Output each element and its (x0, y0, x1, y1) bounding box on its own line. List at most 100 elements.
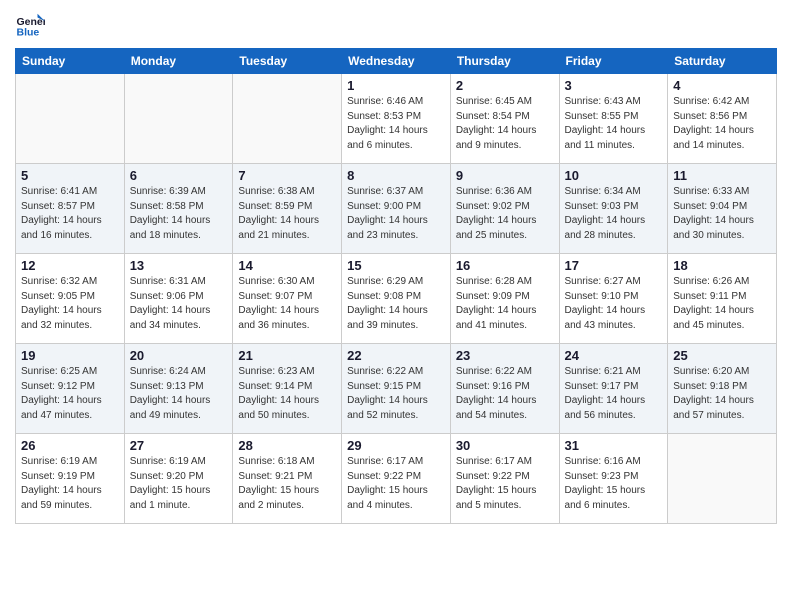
day-cell: 23 Sunrise: 6:22 AM Sunset: 9:16 PM Dayli… (450, 344, 559, 434)
day-info: Sunrise: 6:16 AM Sunset: 9:23 PM Dayligh… (565, 455, 663, 513)
day-info: Sunrise: 6:34 AM Sunset: 9:03 PM Dayligh… (565, 185, 663, 243)
day-info: Sunrise: 6:22 AM Sunset: 9:15 PM Dayligh… (347, 365, 445, 423)
weekday-header: Wednesday (342, 49, 451, 74)
day-info: Sunrise: 6:28 AM Sunset: 9:09 PM Dayligh… (456, 275, 554, 333)
day-info: Sunrise: 6:46 AM Sunset: 8:53 PM Dayligh… (347, 95, 445, 153)
day-cell: 26 Sunrise: 6:19 AM Sunset: 9:19 PM Dayli… (16, 434, 125, 524)
empty-cell (124, 74, 233, 164)
day-number: 16 (456, 258, 554, 273)
day-info: Sunrise: 6:17 AM Sunset: 9:22 PM Dayligh… (347, 455, 445, 513)
day-number: 5 (21, 168, 119, 183)
day-number: 9 (456, 168, 554, 183)
day-info: Sunrise: 6:38 AM Sunset: 8:59 PM Dayligh… (238, 185, 336, 243)
weekday-header: Saturday (668, 49, 777, 74)
day-cell: 24 Sunrise: 6:21 AM Sunset: 9:17 PM Dayli… (559, 344, 668, 434)
day-info: Sunrise: 6:23 AM Sunset: 9:14 PM Dayligh… (238, 365, 336, 423)
day-info: Sunrise: 6:18 AM Sunset: 9:21 PM Dayligh… (238, 455, 336, 513)
day-info: Sunrise: 6:27 AM Sunset: 9:10 PM Dayligh… (565, 275, 663, 333)
day-info: Sunrise: 6:26 AM Sunset: 9:11 PM Dayligh… (673, 275, 771, 333)
day-info: Sunrise: 6:33 AM Sunset: 9:04 PM Dayligh… (673, 185, 771, 243)
weekday-header: Monday (124, 49, 233, 74)
day-info: Sunrise: 6:19 AM Sunset: 9:19 PM Dayligh… (21, 455, 119, 513)
weekday-header: Thursday (450, 49, 559, 74)
logo: General Blue (15, 10, 49, 40)
day-info: Sunrise: 6:37 AM Sunset: 9:00 PM Dayligh… (347, 185, 445, 243)
day-cell: 31 Sunrise: 6:16 AM Sunset: 9:23 PM Dayli… (559, 434, 668, 524)
day-info: Sunrise: 6:36 AM Sunset: 9:02 PM Dayligh… (456, 185, 554, 243)
header: General Blue (15, 10, 777, 40)
day-number: 20 (130, 348, 228, 363)
day-number: 26 (21, 438, 119, 453)
day-number: 1 (347, 78, 445, 93)
day-number: 30 (456, 438, 554, 453)
weekday-header: Friday (559, 49, 668, 74)
day-cell: 12 Sunrise: 6:32 AM Sunset: 9:05 PM Dayli… (16, 254, 125, 344)
day-cell: 14Sunrise: 6:30 AM Sunset: 9:07 PM Dayli… (233, 254, 342, 344)
day-number: 21 (238, 348, 336, 363)
day-number: 6 (130, 168, 228, 183)
empty-cell (16, 74, 125, 164)
day-cell: 2 Sunrise: 6:45 AM Sunset: 8:54 PM Daylig… (450, 74, 559, 164)
day-info: Sunrise: 6:32 AM Sunset: 9:05 PM Dayligh… (21, 275, 119, 333)
day-number: 27 (130, 438, 228, 453)
day-number: 28 (238, 438, 336, 453)
day-cell: 7 Sunrise: 6:38 AM Sunset: 8:59 PM Daylig… (233, 164, 342, 254)
day-number: 29 (347, 438, 445, 453)
day-number: 7 (238, 168, 336, 183)
day-number: 2 (456, 78, 554, 93)
day-cell: 10 Sunrise: 6:34 AM Sunset: 9:03 PM Dayli… (559, 164, 668, 254)
day-cell: 9 Sunrise: 6:36 AM Sunset: 9:02 PM Daylig… (450, 164, 559, 254)
day-cell: 6Sunrise: 6:39 AM Sunset: 8:58 PM Daylig… (124, 164, 233, 254)
day-info: Sunrise: 6:45 AM Sunset: 8:54 PM Dayligh… (456, 95, 554, 153)
day-info: Sunrise: 6:22 AM Sunset: 9:16 PM Dayligh… (456, 365, 554, 423)
day-number: 22 (347, 348, 445, 363)
day-number: 11 (673, 168, 771, 183)
day-cell: 21 Sunrise: 6:23 AM Sunset: 9:14 PM Dayli… (233, 344, 342, 434)
day-cell: 22 Sunrise: 6:22 AM Sunset: 9:15 PM Dayli… (342, 344, 451, 434)
weekday-header: Sunday (16, 49, 125, 74)
day-info: Sunrise: 6:29 AM Sunset: 9:08 PM Dayligh… (347, 275, 445, 333)
day-info: Sunrise: 6:25 AM Sunset: 9:12 PM Dayligh… (21, 365, 119, 423)
day-number: 19 (21, 348, 119, 363)
empty-cell (233, 74, 342, 164)
day-info: Sunrise: 6:20 AM Sunset: 9:18 PM Dayligh… (673, 365, 771, 423)
page: General Blue SundayMondayTuesdayWednesda… (0, 0, 792, 539)
day-info: Sunrise: 6:31 AM Sunset: 9:06 PM Dayligh… (130, 275, 228, 333)
day-info: Sunrise: 6:21 AM Sunset: 9:17 PM Dayligh… (565, 365, 663, 423)
day-info: Sunrise: 6:43 AM Sunset: 8:55 PM Dayligh… (565, 95, 663, 153)
day-cell: 30 Sunrise: 6:17 AM Sunset: 9:22 PM Dayli… (450, 434, 559, 524)
day-number: 15 (347, 258, 445, 273)
day-number: 23 (456, 348, 554, 363)
day-cell: 11 Sunrise: 6:33 AM Sunset: 9:04 PM Dayli… (668, 164, 777, 254)
day-number: 24 (565, 348, 663, 363)
day-number: 12 (21, 258, 119, 273)
day-number: 8 (347, 168, 445, 183)
day-cell: 25 Sunrise: 6:20 AM Sunset: 9:18 PM Dayli… (668, 344, 777, 434)
empty-cell (668, 434, 777, 524)
day-cell: 27 Sunrise: 6:19 AM Sunset: 9:20 PM Dayli… (124, 434, 233, 524)
day-number: 17 (565, 258, 663, 273)
day-cell: 18Sunrise: 6:26 AM Sunset: 9:11 PM Dayli… (668, 254, 777, 344)
day-number: 10 (565, 168, 663, 183)
day-cell: 3 Sunrise: 6:43 AM Sunset: 8:55 PM Daylig… (559, 74, 668, 164)
day-cell: 13Sunrise: 6:31 AM Sunset: 9:06 PM Dayli… (124, 254, 233, 344)
day-info: Sunrise: 6:30 AM Sunset: 9:07 PM Dayligh… (238, 275, 336, 333)
day-info: Sunrise: 6:24 AM Sunset: 9:13 PM Dayligh… (130, 365, 228, 423)
day-info: Sunrise: 6:41 AM Sunset: 8:57 PM Dayligh… (21, 185, 119, 243)
day-cell: 28 Sunrise: 6:18 AM Sunset: 9:21 PM Dayli… (233, 434, 342, 524)
day-info: Sunrise: 6:17 AM Sunset: 9:22 PM Dayligh… (456, 455, 554, 513)
weekday-header: Tuesday (233, 49, 342, 74)
calendar-table: SundayMondayTuesdayWednesdayThursdayFrid… (15, 48, 777, 524)
day-cell: 4Sunrise: 6:42 AM Sunset: 8:56 PM Daylig… (668, 74, 777, 164)
day-cell: 15 Sunrise: 6:29 AM Sunset: 9:08 PM Dayli… (342, 254, 451, 344)
svg-text:Blue: Blue (17, 27, 40, 39)
logo-icon: General Blue (15, 10, 45, 40)
day-cell: 29 Sunrise: 6:17 AM Sunset: 9:22 PM Dayli… (342, 434, 451, 524)
day-number: 31 (565, 438, 663, 453)
day-info: Sunrise: 6:19 AM Sunset: 9:20 PM Dayligh… (130, 455, 228, 513)
day-cell: 1 Sunrise: 6:46 AM Sunset: 8:53 PM Daylig… (342, 74, 451, 164)
day-cell: 16 Sunrise: 6:28 AM Sunset: 9:09 PM Dayli… (450, 254, 559, 344)
day-info: Sunrise: 6:42 AM Sunset: 8:56 PM Dayligh… (673, 95, 771, 153)
day-number: 25 (673, 348, 771, 363)
day-number: 3 (565, 78, 663, 93)
